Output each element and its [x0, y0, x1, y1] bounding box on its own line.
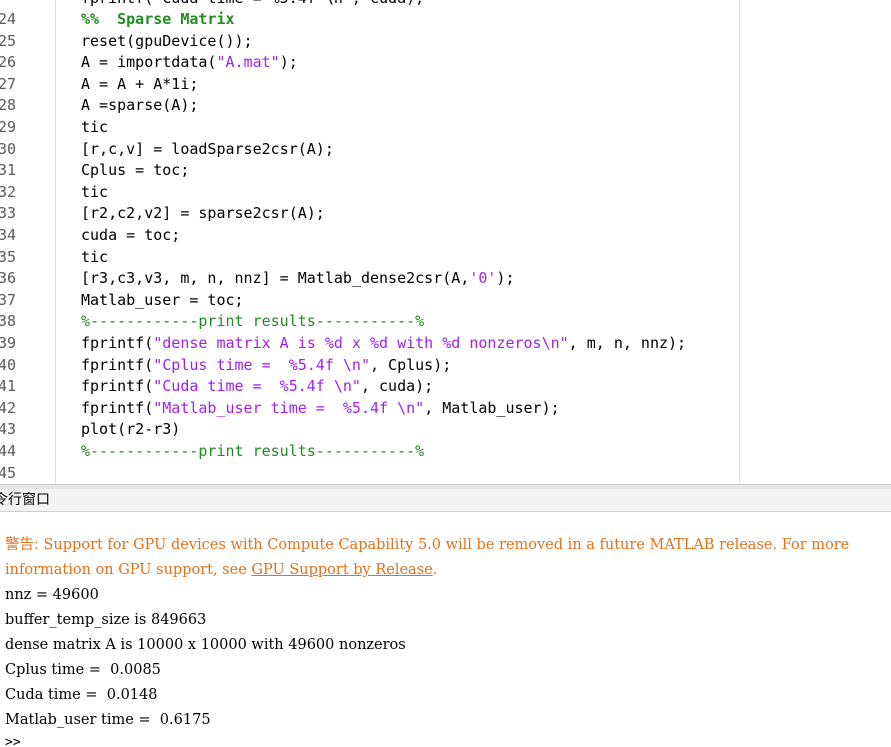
line-number: 36	[0, 269, 16, 288]
code-line[interactable]: %% Sparse Matrix	[81, 9, 235, 30]
line-number: 43	[0, 420, 16, 439]
line-number: 34	[0, 226, 16, 244]
line-number: 28	[0, 96, 16, 115]
code-text: , cuda);	[360, 377, 434, 396]
code-line[interactable]: [r2,c2,v2] = sparse2csr(A);	[81, 203, 325, 224]
command-window[interactable]: 警告: Support for GPU devices with Compute…	[0, 512, 891, 747]
code-line[interactable]: plot(r2-r3)	[81, 419, 180, 440]
command-window-header: 令行窗口	[0, 489, 891, 512]
string-literal: "Cuda time = %5.4f \n"	[153, 377, 361, 396]
code-text: A = importdata(	[81, 53, 217, 72]
string-literal: "Cplus time = %5.4f \n"	[153, 355, 370, 374]
output-line: dense matrix A is 10000 x 10000 with 496…	[5, 637, 406, 653]
code-line[interactable]: tic	[81, 247, 108, 268]
code-text: fprintf(	[81, 334, 154, 352]
warning-text: Support for GPU devices with Compute Cap…	[38, 537, 850, 553]
code-line[interactable]: A = A + A*1i;	[81, 74, 198, 95]
code-text: tic	[81, 118, 109, 136]
line-number: 39	[0, 334, 16, 352]
string-literal: '0'	[469, 269, 497, 288]
code-text: A =sparse(A);	[81, 96, 199, 115]
code-editor[interactable]: fprintf("Cuda time = %5.4f \n", cuda); 2…	[0, 0, 891, 484]
warning-line-1: 警告: Support for GPU devices with Compute…	[5, 534, 849, 556]
gpu-support-link[interactable]: GPU Support by Release	[251, 562, 432, 578]
line-number: 33	[0, 204, 16, 223]
code-line[interactable]: reset(gpuDevice());	[81, 31, 253, 52]
output-line: Cplus time = 0.0085	[5, 662, 161, 678]
code-line[interactable]: A = importdata("A.mat");	[81, 52, 298, 73]
right-text-margin-line	[739, 0, 740, 484]
line-number: 40	[0, 355, 16, 374]
code-line[interactable]: fprintf("dense matrix A is %d x %d with …	[81, 333, 686, 354]
code-line[interactable]: cuda = toc;	[81, 225, 180, 246]
comment-text: %------------print results-----------%	[81, 442, 425, 460]
line-number: 38	[0, 312, 16, 331]
code-line[interactable]: fprintf("Cuda time = %5.4f \n", cuda);	[81, 376, 433, 397]
code-text: , Cplus);	[370, 355, 452, 374]
code-text: fprintf(	[81, 398, 154, 417]
code-text: plot(r2-r3)	[81, 420, 181, 439]
code-text: , Matlab_user);	[424, 398, 560, 417]
line-number: 35	[0, 247, 16, 266]
code-line[interactable]: Cplus = toc;	[81, 160, 189, 181]
code-line[interactable]: fprintf("Matlab_user time = %5.4f \n", M…	[81, 398, 560, 419]
code-text: cuda = toc;	[81, 226, 181, 244]
line-number: 45	[0, 463, 16, 482]
code-text: Matlab_user = toc;	[81, 290, 244, 309]
output-line: nnz = 49600	[5, 587, 99, 603]
code-line[interactable]: tic	[81, 117, 108, 138]
code-line[interactable]: fprintf("Cplus time = %5.4f \n", Cplus);	[81, 355, 451, 376]
code-line[interactable]: %------------print results-----------%	[81, 441, 424, 462]
line-number: 31	[0, 161, 16, 180]
string-literal: "Matlab_user time = %5.4f \n"	[153, 398, 425, 417]
code-line[interactable]: [r,c,v] = loadSparse2csr(A);	[81, 139, 334, 160]
line-number: 29	[0, 118, 16, 136]
code-text: fprintf(	[81, 355, 154, 374]
code-text: [r,c,v] = loadSparse2csr(A);	[81, 139, 334, 158]
code-line[interactable]: Matlab_user = toc;	[81, 290, 244, 311]
gutter-divider	[55, 0, 56, 484]
line-number: 37	[0, 290, 16, 309]
code-text: );	[496, 269, 515, 288]
line-number: 42	[0, 398, 16, 417]
line-number: 30	[0, 139, 16, 158]
code-line[interactable]: tic	[81, 182, 108, 203]
line-number: 41	[0, 377, 16, 396]
comment-text: %------------print results-----------%	[81, 312, 425, 331]
partially-visible-code-line: fprintf("Cuda time = %5.4f \n", cuda);	[81, 0, 424, 9]
command-window-title: 令行窗口	[0, 492, 50, 508]
code-text: [r2,c2,v2] = sparse2csr(A);	[81, 204, 325, 223]
code-text: A = A + A*1i;	[81, 74, 199, 93]
code-line[interactable]: %------------print results-----------%	[81, 311, 424, 332]
comment-text: %% Sparse Matrix	[81, 10, 235, 28]
warning-label: 警告:	[5, 537, 39, 553]
code-text: tic	[81, 247, 109, 266]
output-line: Matlab_user time = 0.6175	[5, 712, 211, 728]
line-number: 32	[0, 182, 16, 201]
line-number: 27	[0, 74, 16, 93]
line-number: 44	[0, 442, 16, 460]
line-number: 26	[0, 53, 16, 72]
code-text: reset(gpuDevice());	[81, 31, 253, 50]
code-text: );	[279, 53, 298, 72]
string-literal: "dense matrix A is %d x %d with %d nonze…	[153, 334, 569, 352]
warning-period: .	[432, 562, 438, 578]
code-text: Cplus = toc;	[81, 161, 190, 180]
string-literal: "A.mat"	[216, 53, 280, 72]
warning-text-2: information on GPU support, see	[5, 562, 252, 578]
code-text: [r3,c3,v3, m, n, nnz] = Matlab_dense2csr…	[81, 269, 470, 288]
line-number: 24	[0, 10, 16, 28]
code-line[interactable]: [r3,c3,v3, m, n, nnz] = Matlab_dense2csr…	[81, 268, 514, 289]
code-text: , m, n, nnz);	[568, 334, 687, 352]
output-line: Cuda time = 0.0148	[5, 687, 158, 703]
output-line: buffer_temp_size is 849663	[5, 612, 207, 628]
warning-line-2: information on GPU support, see GPU Supp…	[5, 559, 437, 581]
code-text: tic	[81, 182, 109, 201]
line-number: 25	[0, 31, 16, 50]
code-line[interactable]: A =sparse(A);	[81, 95, 198, 116]
command-prompt[interactable]: >>	[5, 736, 21, 747]
code-text: fprintf(	[81, 377, 154, 396]
